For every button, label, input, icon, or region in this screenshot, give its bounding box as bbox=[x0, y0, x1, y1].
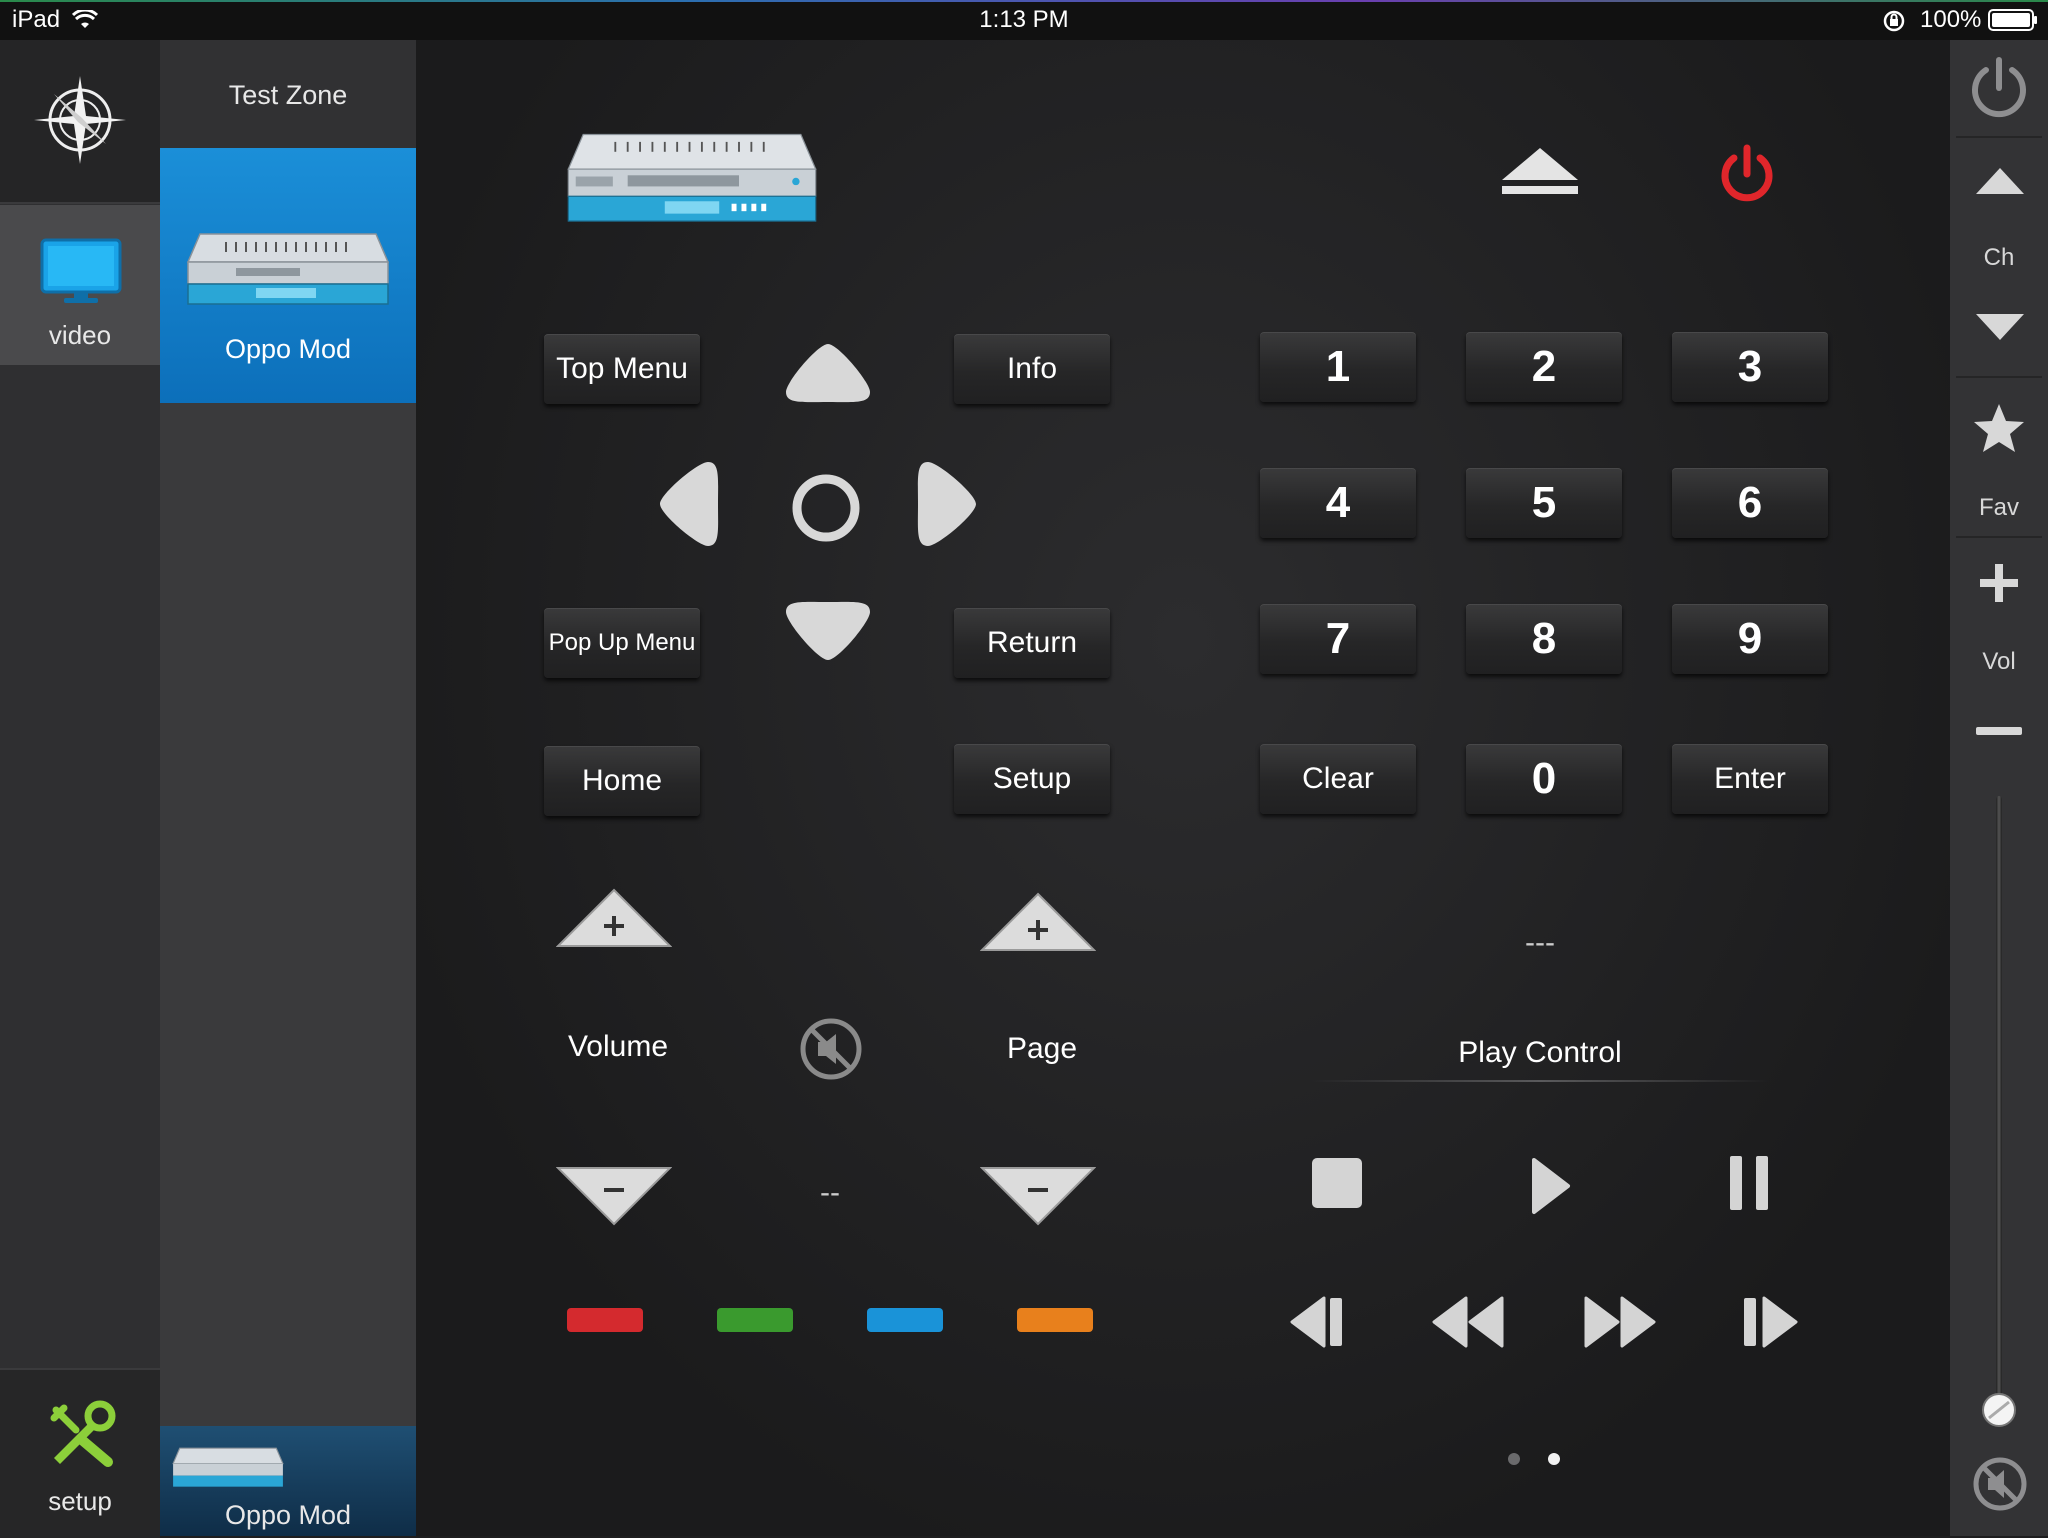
rail-mute-button[interactable] bbox=[1972, 1456, 2028, 1512]
volume-slider-track[interactable] bbox=[1996, 796, 2002, 1408]
dpad-left-button[interactable] bbox=[656, 458, 722, 550]
rail-power-button[interactable] bbox=[1966, 56, 2032, 122]
dpad-select-button[interactable] bbox=[790, 472, 862, 544]
monitor-icon bbox=[40, 238, 122, 304]
volume-slider-thumb[interactable] bbox=[1981, 1392, 2017, 1428]
play-button[interactable] bbox=[1528, 1156, 1572, 1216]
rail-divider bbox=[1956, 376, 2042, 378]
enter-button[interactable]: Enter bbox=[1672, 744, 1828, 814]
device-image bbox=[542, 132, 842, 226]
status-time: 1:13 PM bbox=[979, 6, 1069, 33]
keypad-5-button[interactable]: 5 bbox=[1466, 468, 1622, 538]
channel-label: Ch bbox=[1983, 244, 2015, 271]
setup-button[interactable]: Setup bbox=[954, 744, 1110, 814]
keypad-7-button[interactable]: 7 bbox=[1260, 604, 1416, 674]
power-button[interactable] bbox=[1716, 144, 1778, 206]
bluray-player-small-icon bbox=[172, 1446, 284, 1490]
info-button[interactable]: Info bbox=[954, 334, 1110, 404]
top-menu-button[interactable]: Top Menu bbox=[544, 334, 700, 404]
dpad-right-button[interactable] bbox=[914, 458, 980, 550]
keypad-2-button[interactable]: 2 bbox=[1466, 332, 1622, 402]
page-down-button[interactable] bbox=[980, 1164, 1096, 1226]
rail-volume-down-button[interactable] bbox=[1976, 726, 2022, 736]
rail-volume-up-button[interactable] bbox=[1976, 560, 2022, 606]
keypad-1-button[interactable]: 1 bbox=[1260, 332, 1416, 402]
dpad-down-button[interactable] bbox=[782, 598, 874, 664]
device-item-bottom-label: Oppo Mod bbox=[224, 1500, 352, 1530]
nav-item-setup-label: setup bbox=[48, 1486, 112, 1516]
pause-button[interactable] bbox=[1728, 1154, 1772, 1212]
favorite-star-icon[interactable] bbox=[1972, 402, 2026, 454]
keypad-0-button[interactable]: 0 bbox=[1466, 744, 1622, 814]
bluray-player-icon bbox=[186, 232, 390, 308]
battery-percent: 100% bbox=[1920, 6, 1982, 33]
rotation-lock-icon bbox=[1882, 9, 1906, 33]
volume-down-button[interactable] bbox=[556, 1164, 672, 1226]
yellow-button[interactable] bbox=[1017, 1308, 1093, 1332]
play-control-divider bbox=[1310, 1080, 1770, 1082]
nav-item-video-label: video bbox=[48, 320, 112, 350]
rail-divider bbox=[1956, 536, 2042, 538]
next-chapter-button[interactable] bbox=[1740, 1294, 1798, 1350]
dpad-up-button[interactable] bbox=[782, 340, 874, 406]
rewind-button[interactable] bbox=[1430, 1294, 1506, 1350]
volume-up-button[interactable] bbox=[556, 888, 672, 950]
red-button[interactable] bbox=[567, 1308, 643, 1332]
page-up-button[interactable] bbox=[980, 892, 1096, 954]
keypad-4-button[interactable]: 4 bbox=[1260, 468, 1416, 538]
clear-button[interactable]: Clear bbox=[1260, 744, 1416, 814]
compass-logo-icon[interactable] bbox=[30, 72, 130, 168]
mute-button[interactable] bbox=[798, 1016, 864, 1082]
blue-button[interactable] bbox=[867, 1308, 943, 1332]
channel-up-button[interactable] bbox=[1974, 166, 2026, 196]
tools-icon bbox=[46, 1400, 116, 1470]
channel-down-button[interactable] bbox=[1974, 312, 2026, 342]
page-dot-1[interactable] bbox=[1508, 1453, 1520, 1465]
keypad-6-button[interactable]: 6 bbox=[1672, 468, 1828, 538]
keypad-display: --- bbox=[1525, 926, 1555, 959]
volume-value-display: -- bbox=[820, 1176, 840, 1209]
favorites-label: Fav bbox=[1978, 494, 2019, 521]
rail-divider bbox=[1956, 136, 2042, 138]
keypad-3-button[interactable]: 3 bbox=[1672, 332, 1828, 402]
keypad-9-button[interactable]: 9 bbox=[1672, 604, 1828, 674]
keypad-8-button[interactable]: 8 bbox=[1466, 604, 1622, 674]
battery-icon bbox=[1988, 9, 2038, 31]
page-dot-2[interactable] bbox=[1548, 1453, 1560, 1465]
volume-label: Volume bbox=[567, 1030, 669, 1063]
page-label: Page bbox=[1006, 1032, 1078, 1065]
home-button[interactable]: Home bbox=[544, 746, 700, 816]
rail-volume-label: Vol bbox=[1982, 648, 2016, 675]
play-control-label: Play Control bbox=[1458, 1036, 1622, 1069]
previous-chapter-icon[interactable] bbox=[1290, 1294, 1348, 1350]
green-button[interactable] bbox=[717, 1308, 793, 1332]
zone-title: Test Zone bbox=[228, 80, 348, 110]
pop-up-menu-button[interactable]: Pop Up Menu bbox=[544, 608, 700, 678]
fast-forward-button[interactable] bbox=[1582, 1294, 1658, 1350]
device-item-active-label: Oppo Mod bbox=[224, 334, 352, 364]
eject-button[interactable] bbox=[1500, 146, 1580, 196]
return-button[interactable]: Return bbox=[954, 608, 1110, 678]
stop-button[interactable] bbox=[1310, 1156, 1364, 1210]
